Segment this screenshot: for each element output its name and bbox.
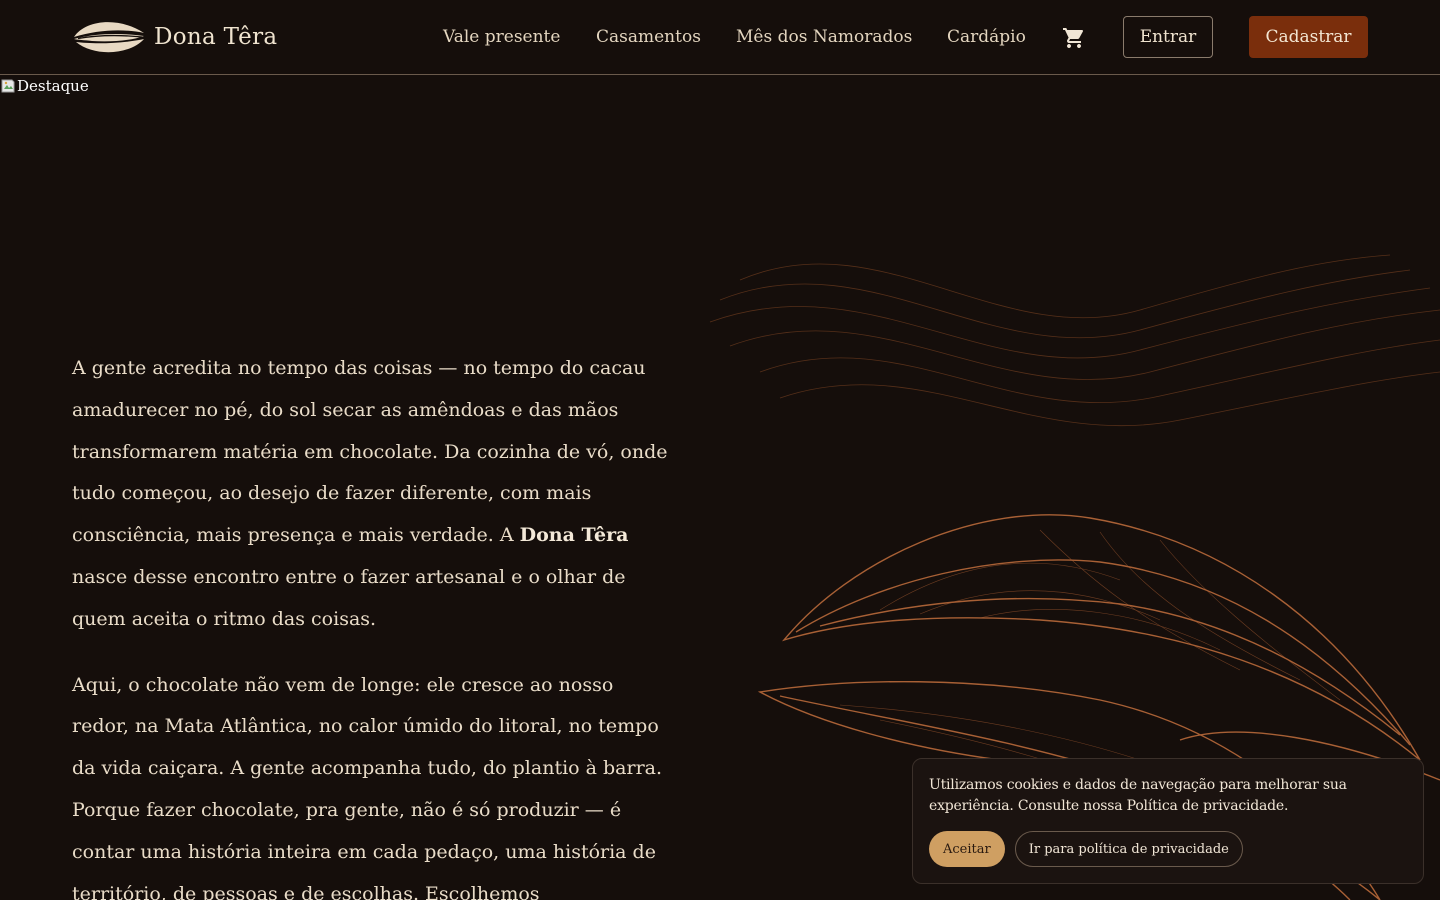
nav-casamentos[interactable]: Casamentos	[596, 16, 701, 58]
cookie-actions: Aceitar Ir para política de privacidade	[929, 831, 1243, 867]
hero-image: Destaque	[0, 76, 89, 96]
nav-vale-presente[interactable]: Vale presente	[443, 16, 560, 58]
accept-cookies-button[interactable]: Aceitar	[929, 831, 1005, 867]
site-header: Dona Têra Vale presente Casamentos Mês d…	[0, 0, 1440, 75]
broken-image-icon	[0, 78, 16, 94]
brand-logo-link[interactable]: Dona Têra	[70, 14, 277, 60]
brand-name: Dona Têra	[154, 24, 278, 50]
paragraph-1-text-start: A gente acredita no tempo das coisas — n…	[72, 357, 668, 547]
page: Dona Têra Vale presente Casamentos Mês d…	[0, 0, 1440, 900]
privacy-policy-button[interactable]: Ir para política de privacidade	[1014, 831, 1243, 867]
about-paragraph-1: A gente acredita no tempo das coisas — n…	[72, 348, 672, 641]
login-button[interactable]: Entrar	[1123, 16, 1213, 58]
nav-cardapio[interactable]: Cardápio	[947, 16, 1026, 58]
cookie-message: Utilizamos cookies e dados de navegação …	[929, 777, 1347, 814]
cart-icon[interactable]	[1062, 26, 1086, 50]
paragraph-1-text-end: nasce desse encontro entre o fazer artes…	[72, 565, 626, 630]
nav-mes-dos-namorados[interactable]: Mês dos Namorados	[736, 16, 912, 58]
hero-image-alt-text: Destaque	[17, 77, 89, 95]
about-paragraph-2: Aqui, o chocolate não vem de longe: ele …	[72, 673, 663, 900]
cookie-consent-banner: Utilizamos cookies e dados de navegação …	[912, 758, 1424, 884]
about-text-section: A gente acredita no tempo das coisas — n…	[72, 348, 672, 900]
signup-button[interactable]: Cadastrar	[1249, 16, 1368, 58]
cacao-pod-logo-icon	[70, 15, 148, 59]
brand-name-highlight: Dona Têra	[519, 524, 629, 547]
